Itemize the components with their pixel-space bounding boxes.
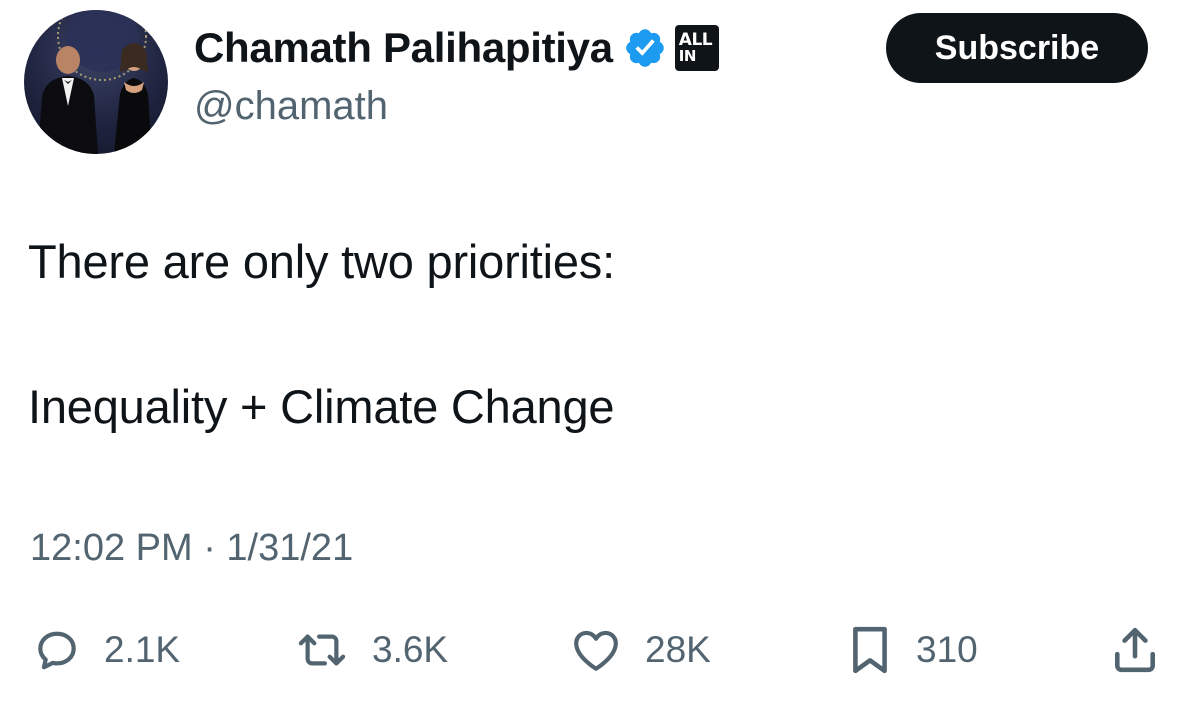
reply-count: 2.1K	[104, 629, 181, 670]
reply-icon	[38, 631, 76, 670]
share-button[interactable]	[1112, 620, 1158, 680]
retweet-button[interactable]: 3.6K	[296, 620, 448, 680]
reply-button[interactable]: 2.1K	[34, 620, 180, 680]
like-count: 28K	[645, 629, 711, 670]
subscribe-button[interactable]: Subscribe	[886, 13, 1148, 83]
avatar-photo	[38, 10, 152, 154]
verified-badge-icon[interactable]	[623, 26, 667, 70]
affiliate-badge-line2: IN	[678, 47, 697, 65]
retweet-icon	[298, 634, 346, 666]
like-button[interactable]: 28K	[571, 620, 711, 680]
retweet-count: 3.6K	[372, 629, 449, 670]
heart-icon	[574, 630, 618, 671]
avatar[interactable]	[24, 10, 168, 154]
share-icon	[1114, 627, 1155, 673]
tweet-text-line: Inequality + Climate Change	[28, 380, 615, 433]
bookmark-icon	[853, 626, 887, 674]
tweet-text-line: There are only two priorities:	[28, 235, 615, 288]
author-name-row: Chamath Palihapitiya ALL IN	[194, 20, 719, 76]
author-display-name[interactable]: Chamath Palihapitiya	[194, 24, 613, 72]
bookmark-count: 310	[916, 629, 978, 670]
bookmark-button[interactable]: 310	[848, 620, 978, 680]
affiliate-badge-icon[interactable]: ALL IN	[674, 25, 719, 71]
tweet-timestamp[interactable]: 12:02 PM · 1/31/21	[30, 527, 353, 570]
author-handle[interactable]: @chamath	[194, 84, 388, 129]
